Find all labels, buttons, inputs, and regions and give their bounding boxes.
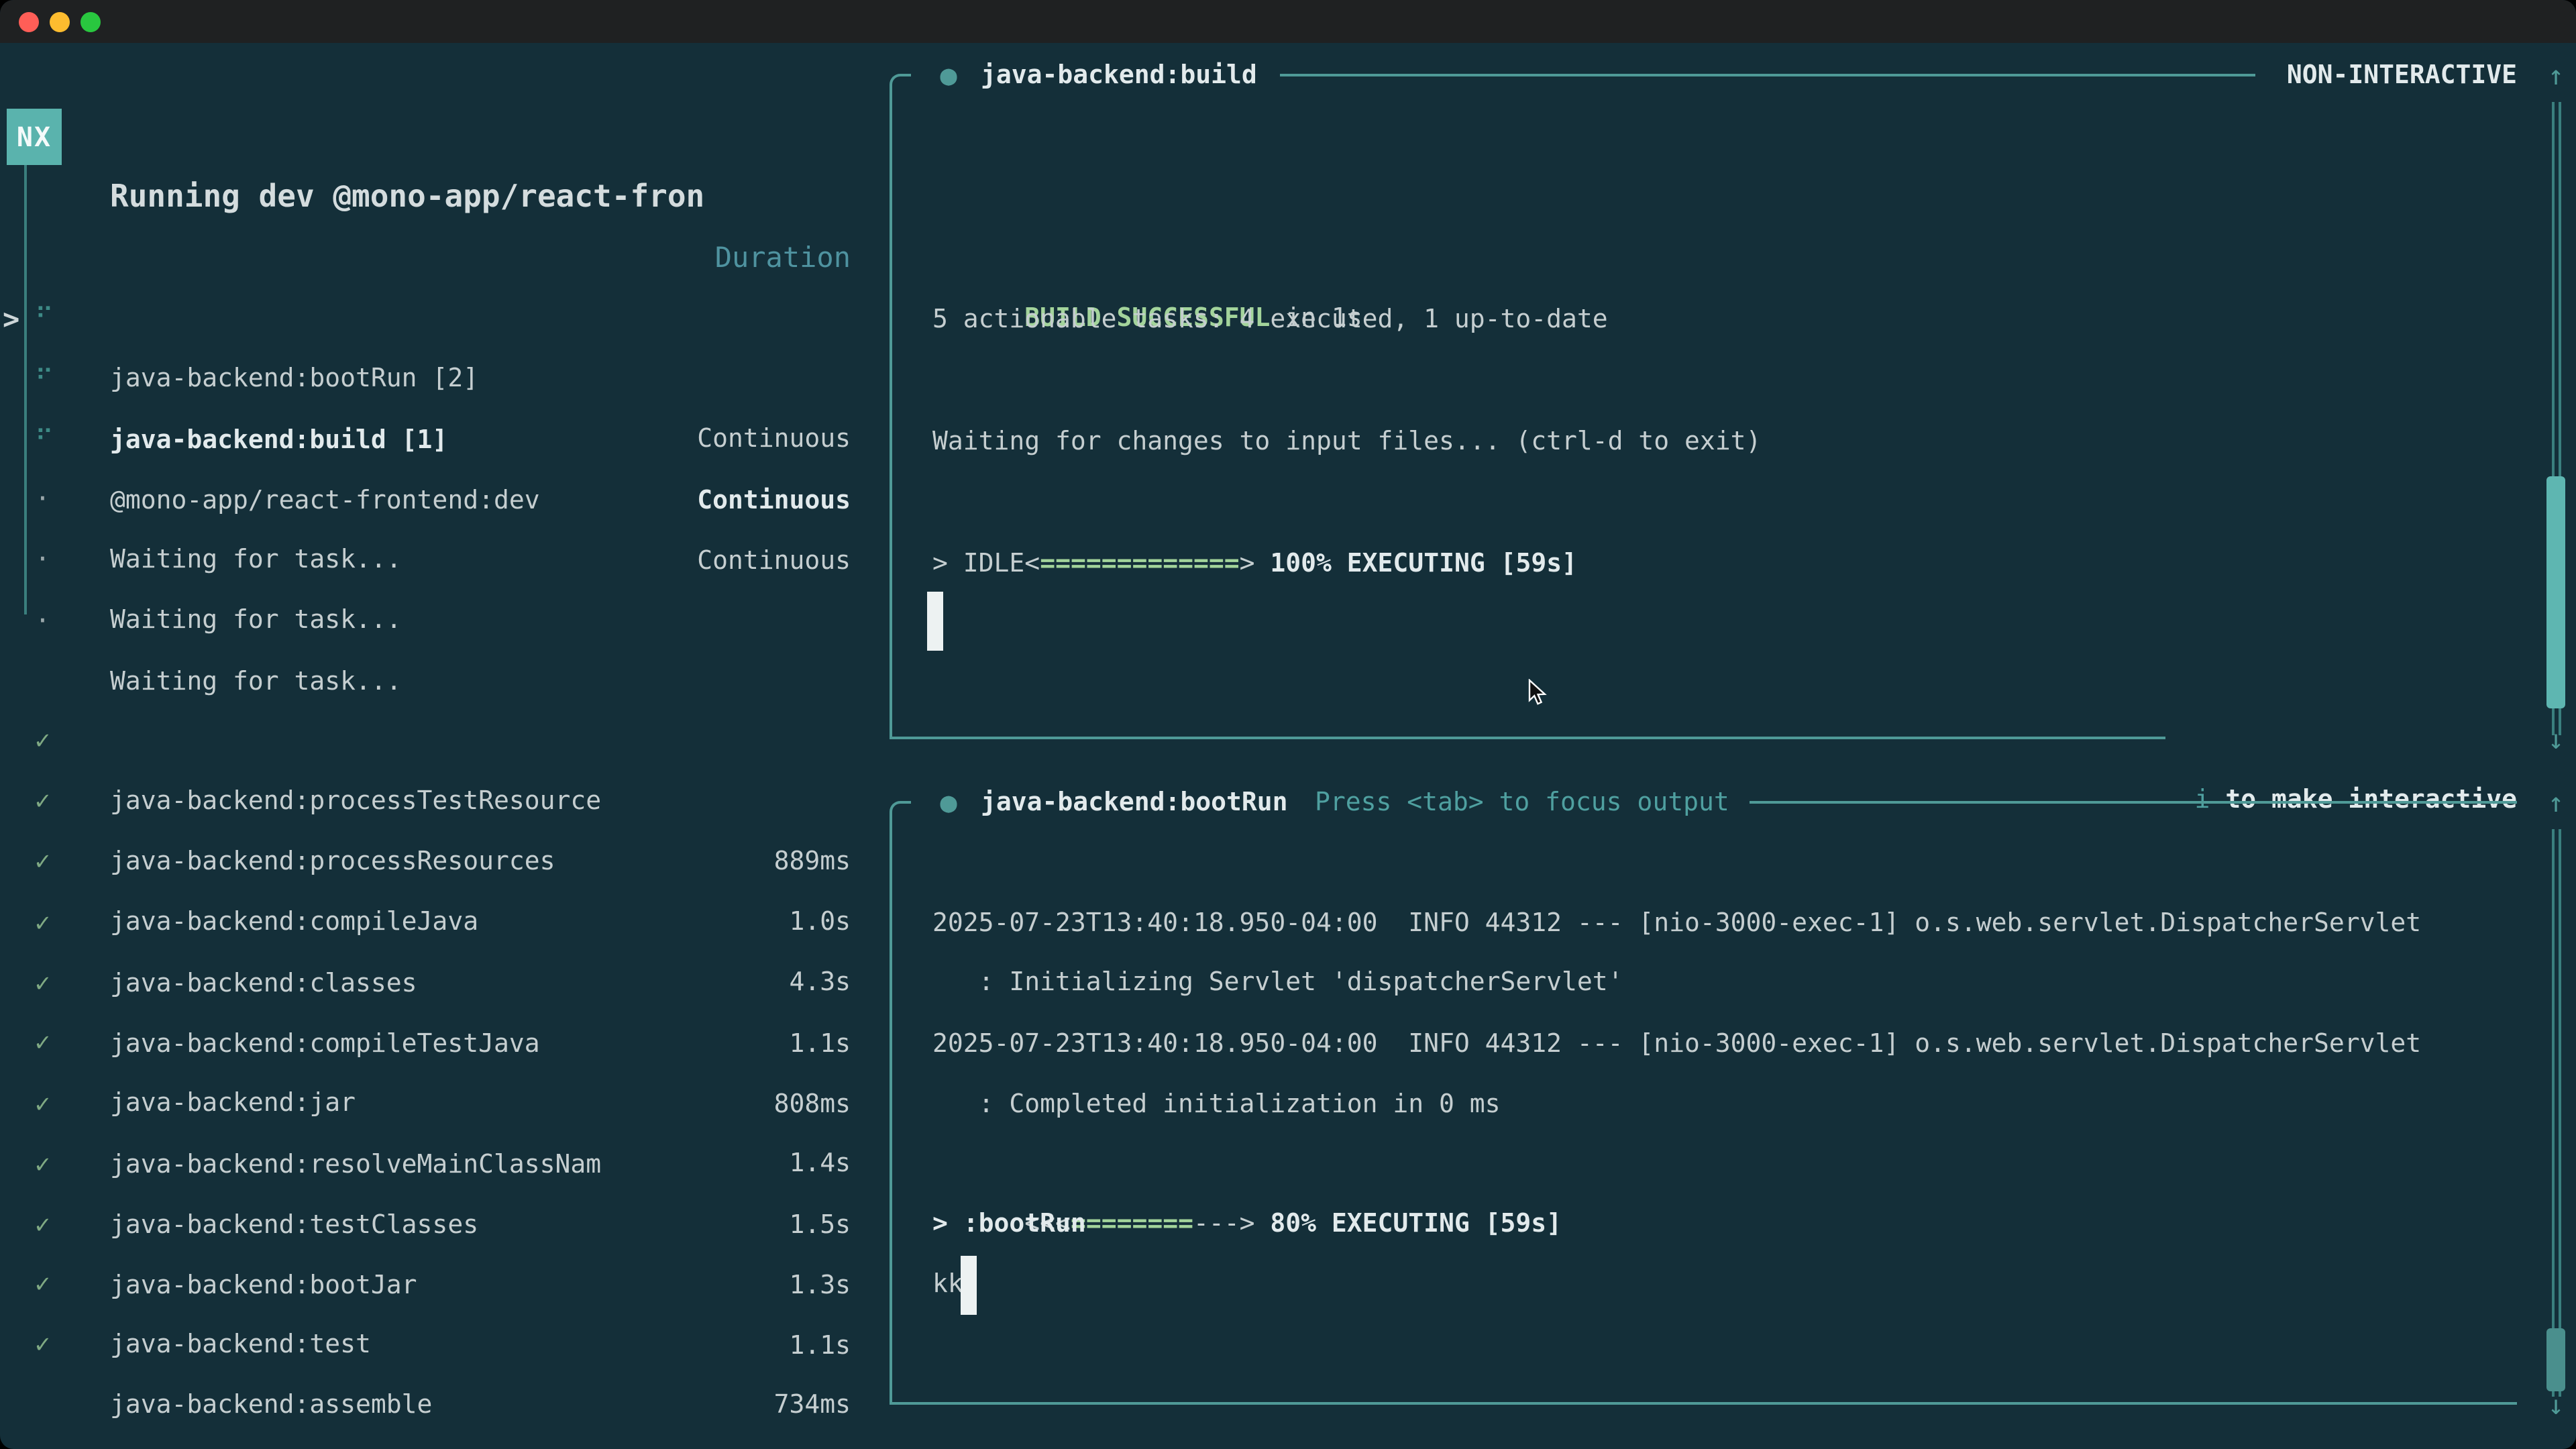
progress-right-bracket: > [1240, 548, 1255, 578]
build-pane-header-rule [1280, 74, 2255, 76]
build-pane-border-bottom [890, 737, 2165, 739]
progress-right-bracket: ---> [1193, 1208, 1255, 1238]
nx-terminal-app: NX Running dev @mono-app/react-fron Dura… [0, 0, 2576, 1449]
bootrun-pane-status-dot: ● [935, 772, 962, 833]
bootrun-progress-bar: <<<========---> 80% EXECUTING [59s] [932, 1133, 1562, 1193]
terminal-block-cursor [961, 1255, 977, 1314]
mouse-cursor [1528, 679, 1547, 707]
task-name: java-backend:test [110, 1314, 371, 1375]
build-result-line: BUILD SUCCESSFUL in 1s [932, 227, 1362, 288]
bootrun-pane-border-corner [890, 801, 911, 822]
waiting-task-row: · Waiting for task... [0, 469, 872, 529]
build-progress-bar: <=============> 100% EXECUTING [59s] [932, 473, 1577, 533]
minimize-button[interactable] [50, 11, 70, 32]
completed-task-row[interactable]: ✓ java-backend:test 734ms [0, 1193, 872, 1254]
zoom-button[interactable] [80, 11, 101, 32]
bootrun-prompt-line: > :bootRun [932, 1193, 1086, 1254]
task-row[interactable]: ⠋ @mono-app/react-frontend:dev Continuou… [0, 350, 872, 410]
terminal-window: NX Running dev @mono-app/react-fron Dura… [0, 0, 2576, 1449]
build-pane-border-left [890, 94, 892, 739]
progress-label: 100% EXECUTING [59s] [1255, 548, 1577, 578]
idle-status-line: > IDLE [932, 533, 1024, 594]
build-pane-title: java-backend:build [981, 45, 1257, 105]
pending-dot-icon: · [35, 591, 50, 651]
completed-task-row[interactable]: ✓ java-backend:resolveMainClassNam 1.5s [0, 1014, 872, 1074]
bootrun-pane-header-rule [1750, 801, 2517, 804]
build-pane-border-corner [890, 74, 911, 95]
completed-task-row[interactable]: ✓ java-backend:compileTestJava 808ms [0, 893, 872, 953]
completed-task-row[interactable]: ✓ java-backend:compileJava 4.3s [0, 771, 872, 832]
make-interactive-hint: i to make interactive [2012, 709, 2517, 769]
completed-task-row[interactable]: ✓ java-backend:bootJar 1.1s [0, 1134, 872, 1195]
waiting-task-row: · Waiting for task... [0, 531, 872, 591]
completed-task-row[interactable]: ✓ java-backend:testClasses 1.3s [0, 1074, 872, 1134]
page-title: Running dev @mono-app/react-fron [110, 167, 704, 227]
interactive-key: i [2195, 784, 2210, 814]
log-line: : Initializing Servlet 'dispatcherServle… [932, 953, 1623, 1013]
sidebar-header: Running dev @mono-app/react-fron Duratio… [0, 107, 872, 167]
waiting-for-changes-line: Waiting for changes to input files... (c… [932, 411, 1761, 472]
task-summary-line: 5 actionable tasks: 4 executed, 1 up-to-… [932, 289, 1608, 350]
log-line: 2025-07-23T13:40:18.950-04:00 INFO 44312… [932, 893, 2421, 953]
completed-task-row[interactable]: ✓ java-backend:processResources 1.0s [0, 710, 872, 771]
completed-task-row[interactable]: ✓ java-backend:jar 1.4s [0, 952, 872, 1012]
completed-task-row[interactable]: ✓ java-backend:classes 1.1s [0, 833, 872, 893]
terminal-block-cursor [927, 592, 943, 651]
waiting-task-row: · Waiting for task... [0, 409, 872, 469]
keyboard-hints: quit: q help: ? [402, 1375, 872, 1435]
task-row[interactable]: ⠋ java-backend:bootRun [2] Continuous [0, 227, 872, 288]
check-icon: ✓ [35, 1315, 50, 1375]
log-line: 2025-07-23T13:40:18.950-04:00 INFO 44312… [932, 1014, 2421, 1074]
task-name: Waiting for task... [110, 590, 402, 650]
progress-fill: ============= [1040, 548, 1239, 578]
scroll-up-icon[interactable]: ↑ [2540, 45, 2572, 105]
bootrun-pane-title: java-backend:bootRun [981, 772, 1288, 833]
scroll-down-icon[interactable]: ↓ [2540, 709, 2572, 769]
close-button[interactable] [19, 11, 39, 32]
non-interactive-badge: NON-INTERACTIVE [2147, 45, 2517, 105]
build-pane-scrollbar-thumb[interactable] [2546, 476, 2565, 708]
build-pane-status-dot: ● [935, 45, 962, 105]
bootrun-pane-border-left [890, 821, 892, 1402]
interactive-hint-text: to make interactive [2210, 784, 2517, 814]
bootrun-pane-border-bottom [890, 1402, 2517, 1405]
scroll-down-icon[interactable]: ↓ [2540, 1375, 2572, 1435]
task-duration: 1.1s [789, 1316, 851, 1376]
progress-left-bracket: < [1024, 548, 1040, 578]
completed-task-row[interactable]: ✓ java-backend:assemble 774ms [0, 1254, 872, 1315]
completed-task-row[interactable]: ✓ java-backend:processTestResource 889ms [0, 650, 872, 710]
window-titlebar[interactable] [0, 0, 2576, 43]
pager: ← 1/2 → [23, 1375, 223, 1435]
progress-label: 80% EXECUTING [59s] [1255, 1208, 1562, 1238]
focus-output-hint: Press <tab> to focus output [1315, 772, 1729, 833]
typed-input-text[interactable]: kk [932, 1254, 963, 1315]
scroll-up-icon[interactable]: ↑ [2540, 772, 2572, 833]
task-row-selected[interactable]: ⠋ java-backend:build [1] Continuous [0, 289, 872, 350]
log-line: : Completed initialization in 0 ms [932, 1074, 1501, 1134]
bootrun-pane-scrollbar-track[interactable] [2552, 829, 2561, 1397]
progress-fill: ======== [1071, 1208, 1193, 1238]
